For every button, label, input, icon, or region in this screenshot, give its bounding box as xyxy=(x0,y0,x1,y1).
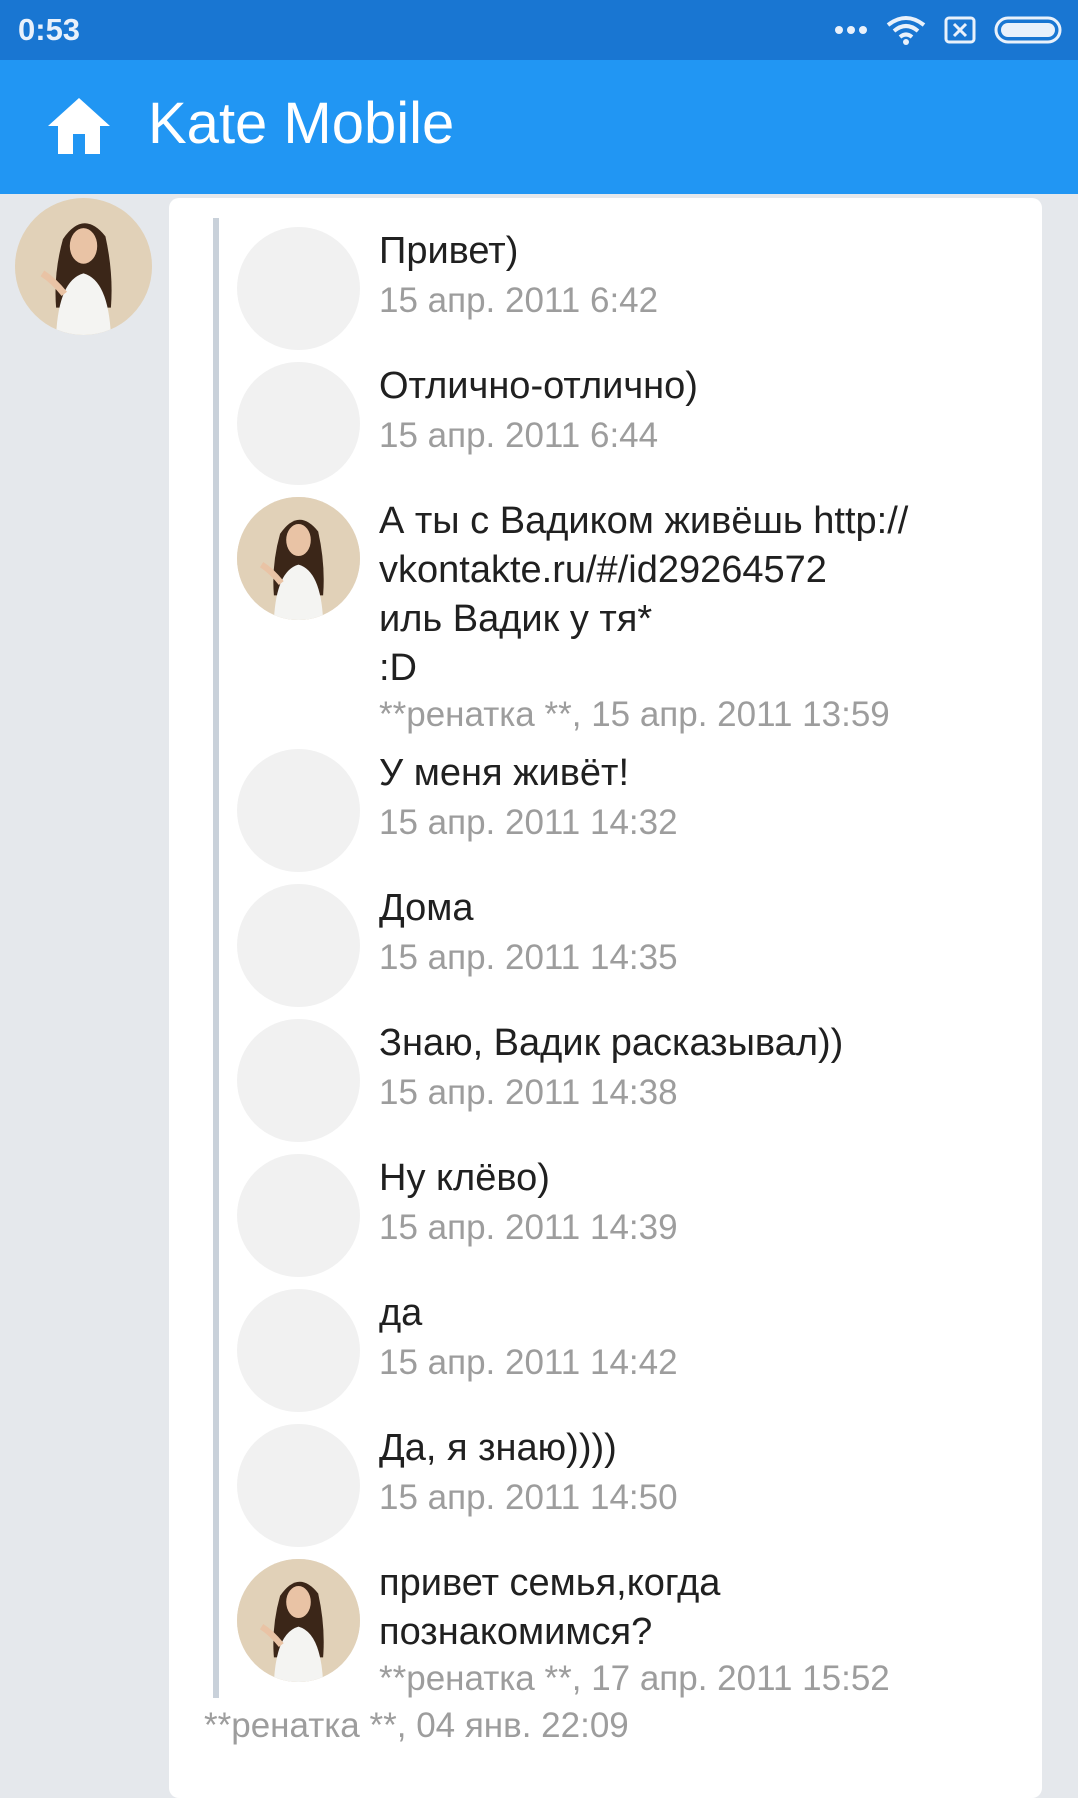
message-meta: 15 апр. 2011 14:38 xyxy=(379,1073,678,1112)
avatar-placeholder xyxy=(237,884,360,1007)
avatar-placeholder xyxy=(237,362,360,485)
sim-x-icon xyxy=(944,16,976,44)
message-meta: 15 апр. 2011 14:50 xyxy=(379,1478,678,1517)
message-meta: 15 апр. 2011 14:35 xyxy=(379,938,678,977)
avatar-placeholder xyxy=(237,1424,360,1547)
home-icon[interactable] xyxy=(44,94,114,158)
message-text: А ты с Вадиком живёшь http:// vkontakte.… xyxy=(379,500,909,689)
avatar-placeholder xyxy=(237,1289,360,1412)
status-time: 0:53 xyxy=(18,12,81,47)
avatar-placeholder xyxy=(237,749,360,872)
message-text: Дома xyxy=(379,887,474,929)
message-meta: 15 апр. 2011 14:32 xyxy=(379,803,678,842)
avatar-placeholder xyxy=(237,1019,360,1142)
status-icons xyxy=(834,12,1066,48)
message-text: привет семья,когда познакомимся? xyxy=(379,1562,721,1653)
avatar[interactable] xyxy=(237,497,360,620)
message-meta: 15 апр. 2011 14:39 xyxy=(379,1208,678,1247)
avatar[interactable] xyxy=(237,1559,360,1682)
message-text: Привет) xyxy=(379,230,519,272)
message-text: Отлично-отлично) xyxy=(379,365,698,407)
message-meta: 15 апр. 2011 14:42 xyxy=(379,1343,678,1382)
message-meta: **ренатка **, 15 апр. 2011 13:59 xyxy=(379,695,890,734)
message-meta: 15 апр. 2011 6:42 xyxy=(379,281,659,320)
more-dots-icon xyxy=(835,26,867,34)
sender-avatar[interactable] xyxy=(15,198,152,335)
app-bar: Kate Mobile xyxy=(0,60,1078,194)
avatar-placeholder xyxy=(237,227,360,350)
message-text: да xyxy=(379,1292,423,1334)
wifi-icon xyxy=(886,16,926,45)
avatar-placeholder xyxy=(237,1154,360,1277)
app-title: Kate Mobile xyxy=(148,91,455,156)
message-text: У меня живёт! xyxy=(379,752,630,794)
message-meta: **ренатка **, 17 апр. 2011 15:52 xyxy=(379,1659,890,1698)
battery-icon xyxy=(994,16,1062,44)
message-text: Знаю, Вадик расказывал)) xyxy=(379,1022,844,1064)
message-meta: 15 апр. 2011 6:44 xyxy=(379,416,659,455)
message-text: Ну клёво) xyxy=(379,1157,550,1199)
post-meta: **ренатка **, 04 янв. 22:09 xyxy=(204,1706,629,1745)
status-bar: 0:53 xyxy=(0,0,1078,60)
message-text: Да, я знаю)))) xyxy=(379,1427,617,1469)
quote-bar xyxy=(213,218,219,1698)
